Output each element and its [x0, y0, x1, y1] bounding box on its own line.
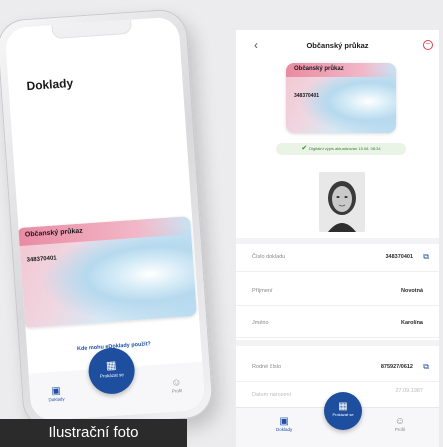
- status-text: Digitální výpis aktualizován 15.08. 08:3…: [309, 146, 381, 152]
- info-row: Rodné číslo 875927/0612 ⧉: [236, 354, 439, 382]
- copy-icon[interactable]: ⧉: [423, 362, 429, 372]
- tab-doklady[interactable]: ▣ Doklady: [276, 416, 292, 432]
- tab-label: Doklady: [48, 396, 65, 403]
- tab-label: Profil: [394, 427, 405, 432]
- copy-icon[interactable]: ⧉: [423, 252, 429, 262]
- card-number: 348370401: [26, 255, 57, 264]
- id-card[interactable]: Občanský průkaz 348370401: [16, 216, 197, 328]
- field-value: 875927/0612: [380, 364, 413, 370]
- card-number: 348370401: [294, 93, 320, 99]
- id-card[interactable]: Občanský průkaz 348370401: [286, 63, 396, 133]
- tab-label: Prokázat se: [99, 372, 124, 379]
- check-icon: ✔: [301, 145, 308, 152]
- tab-label: Prokázat se: [332, 412, 354, 417]
- tab-prokazat-se[interactable]: ▦ Prokázat se: [87, 346, 137, 396]
- divider: [236, 340, 439, 346]
- right-phone: ‹ Občanský průkaz – Občanský průkaz 3483…: [236, 30, 439, 447]
- page-title: Doklady: [26, 75, 74, 94]
- info-row: Číslo dokladu 348370401 ⧉: [236, 244, 439, 272]
- field-label: Rodné číslo: [252, 364, 282, 370]
- field-label: Datum narození: [252, 392, 292, 398]
- remove-icon[interactable]: –: [423, 40, 433, 50]
- field-label: Příjmení: [252, 288, 273, 294]
- field-value: 348370401: [385, 254, 413, 260]
- field-label: Jméno: [252, 320, 269, 326]
- id-card-icon: ▣: [279, 416, 289, 427]
- nav-bar: ‹ Občanský průkaz –: [236, 30, 439, 60]
- tab-label: Doklady: [276, 427, 293, 432]
- left-screen: Doklady Občanský průkaz 348370401 Kde mo…: [4, 16, 206, 422]
- field-value: 27.09.1987: [395, 388, 423, 394]
- tab-profil[interactable]: ☺ Profil: [171, 377, 182, 394]
- tab-prokazat-se[interactable]: ▦ Prokázat se: [324, 392, 362, 430]
- left-phone: Doklady Občanský průkaz 348370401 Kde mo…: [0, 7, 215, 431]
- tab-doklady[interactable]: ▣ Doklady: [48, 385, 65, 403]
- status-badge: ✔ Digitální výpis aktualizován 15.08. 08:…: [276, 143, 406, 155]
- portrait-photo: [319, 172, 365, 232]
- field-value: Novotná: [401, 288, 423, 294]
- tab-bar: ▣ Doklady ▦ Prokázat se ☺ Profil: [236, 392, 439, 447]
- field-value: Karolína: [400, 320, 423, 326]
- card-title: Občanský průkaz: [294, 66, 344, 72]
- photo-caption: Ilustrační foto: [0, 419, 187, 447]
- info-row: Jméno Karolína: [236, 310, 439, 338]
- person-icon: ☺: [170, 377, 182, 389]
- person-icon: ☺: [394, 416, 405, 427]
- tab-label: Profil: [171, 388, 183, 394]
- info-row: Příjmení Novotná: [236, 278, 439, 306]
- page-title: Občanský průkaz: [306, 41, 369, 50]
- field-label: Číslo dokladu: [252, 254, 286, 260]
- tab-profil[interactable]: ☺ Profil: [395, 416, 405, 432]
